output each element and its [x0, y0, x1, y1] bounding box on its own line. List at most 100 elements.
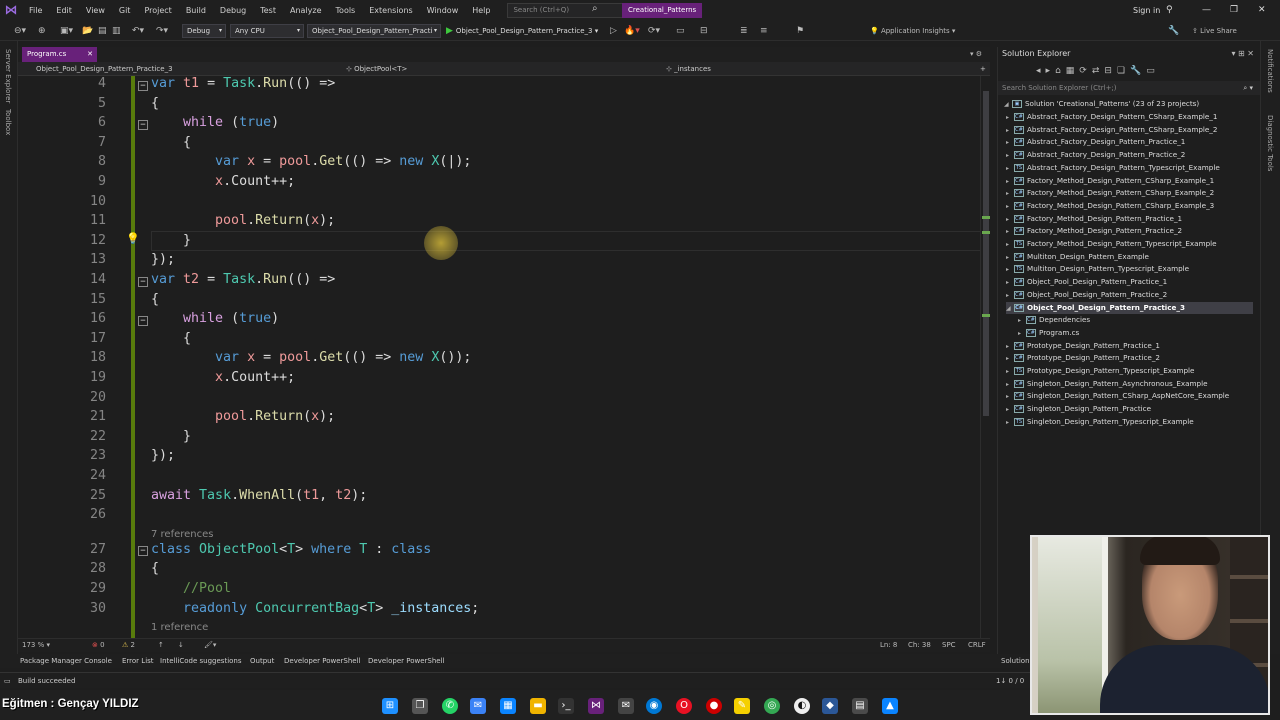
code-text[interactable]: await Task.WhenAll(t1, t2);: [151, 488, 367, 503]
code-line[interactable]: 16 while (true): [18, 311, 980, 331]
tab-program-cs[interactable]: Program.cs ✕: [22, 47, 97, 62]
tab-intellicode-suggestions[interactable]: IntelliCode suggestions: [160, 654, 242, 668]
solution-item[interactable]: ▸ C# Singleton_Design_Pattern_Practice: [1006, 403, 1151, 416]
source-control-status[interactable]: 1↓ 0 / 0: [996, 673, 1024, 689]
close-tab-icon[interactable]: ✕: [87, 47, 93, 62]
solution-explorer-toolbar[interactable]: ◂▸⌂▦⟳⇄⊟❏🔧▭: [998, 63, 1261, 79]
code-line[interactable]: 19 x.Count++;: [18, 370, 980, 390]
feedback-icon[interactable]: ⚲: [1166, 0, 1173, 21]
photos-icon[interactable]: ▲: [882, 698, 898, 714]
solution-item[interactable]: ▸ C# Factory_Method_Design_Pattern_Practic…: [1006, 225, 1182, 238]
code-line[interactable]: 8 var x = pool.Get(() => new X(|);: [18, 154, 980, 174]
collapse-all-icon[interactable]: ⊟: [1104, 66, 1117, 76]
hot-reload-icon[interactable]: 🔥▾: [624, 24, 640, 38]
code-text[interactable]: {: [151, 331, 191, 346]
navigate-down-icon[interactable]: ↓: [178, 639, 184, 652]
properties-icon[interactable]: 🔧: [1130, 66, 1146, 76]
solution-item[interactable]: ▸ C# Abstract_Factory_Design_Pattern_CShar…: [1006, 124, 1217, 137]
code-text[interactable]: var t2 = Task.Run(() =>: [151, 272, 335, 287]
code-line[interactable]: 7 {: [18, 135, 980, 155]
open-file-icon[interactable]: 📂: [82, 24, 93, 38]
solution-item[interactable]: ▸ C# Factory_Method_Design_Pattern_CSharp_…: [1006, 187, 1214, 200]
code-line[interactable]: 18 var x = pool.Get(() => new X());: [18, 350, 980, 370]
forward-icon[interactable]: ▸: [1046, 66, 1056, 76]
start-without-debugging-icon[interactable]: ▷: [610, 24, 617, 38]
search-icon[interactable]: ⌕: [592, 3, 606, 17]
opera-icon[interactable]: O: [676, 698, 692, 714]
tab-overflow-icon[interactable]: ▾ ⚙: [970, 47, 982, 62]
menu-extensions[interactable]: Extensions: [362, 0, 419, 21]
startup-project-dropdown[interactable]: Object_Pool_Design_Pattern_Practi ▾: [307, 24, 441, 38]
code-editor[interactable]: 💡 − − − − − 4 var t1 = Task.Run(() => 5{6 …: [18, 76, 980, 638]
uncomment-icon[interactable]: ≡: [760, 24, 768, 38]
tab-solution[interactable]: Solution: [1001, 654, 1030, 668]
code-line[interactable]: 13});: [18, 252, 980, 272]
code-line[interactable]: 17 {: [18, 331, 980, 351]
code-line[interactable]: 27 class ObjectPool<T> where T : class: [18, 542, 980, 562]
line-number[interactable]: Ln: 8: [880, 639, 897, 652]
code-line[interactable]: 30 readonly ConcurrentBag<T> _instances;: [18, 601, 980, 621]
code-line[interactable]: 25 await Task.WhenAll(t1, t2);: [18, 488, 980, 508]
code-line[interactable]: 15 {: [18, 292, 980, 312]
line-endings[interactable]: CRLF: [968, 639, 986, 652]
code-text[interactable]: {: [151, 561, 159, 576]
code-text[interactable]: x.Count++;: [151, 174, 295, 189]
code-text[interactable]: {: [151, 96, 159, 111]
menu-build[interactable]: Build: [179, 0, 213, 21]
application-insights-button[interactable]: 💡 Application Insights ▾: [870, 24, 955, 38]
save-icon[interactable]: ▤: [98, 24, 107, 38]
undo-icon[interactable]: ↶▾: [132, 24, 144, 38]
code-text[interactable]: while (true): [151, 311, 279, 326]
file-explorer-icon[interactable]: ▬: [530, 698, 546, 714]
show-all-files-icon[interactable]: ❏: [1117, 66, 1130, 76]
solution-item[interactable]: ◢ C# Object_Pool_Design_Pattern_Practice_3: [1006, 301, 1253, 315]
tools-icon[interactable]: 🔧: [1168, 24, 1179, 38]
code-line[interactable]: 24: [18, 468, 980, 488]
configuration-dropdown[interactable]: Debug ▾: [182, 24, 226, 38]
new-project-icon[interactable]: ▣▾: [60, 24, 73, 38]
panel-options-icon[interactable]: ▾ ⊞ ✕: [1231, 49, 1254, 58]
close-icon[interactable]: ✕: [1258, 0, 1266, 21]
code-text[interactable]: pool.Return(x);: [151, 409, 335, 424]
bookmark-icon[interactable]: ⊟: [700, 24, 708, 38]
codelens-references[interactable]: 1 reference: [151, 622, 208, 633]
solution-item[interactable]: ▸ C# Object_Pool_Design_Pattern_Practice_2: [1006, 289, 1167, 302]
code-line[interactable]: 12 }: [18, 233, 980, 253]
tab-developer-powershell[interactable]: Developer PowerShell: [284, 654, 360, 668]
solution-item[interactable]: ▸ TS Prototype_Design_Pattern_Typescript_E…: [1006, 365, 1194, 378]
solution-item[interactable]: ▸ TS Abstract_Factory_Design_Pattern_Types…: [1006, 162, 1220, 175]
code-text[interactable]: class ObjectPool<T> where T : class: [151, 542, 431, 557]
code-line[interactable]: 23});: [18, 448, 980, 468]
solution-item[interactable]: ▸ C# Prototype_Design_Pattern_Practice_2: [1006, 352, 1160, 365]
menu-window[interactable]: Window: [420, 0, 466, 21]
sync-icon[interactable]: ⟳: [1079, 66, 1092, 76]
navigate-up-icon[interactable]: ↑: [158, 639, 164, 652]
code-text[interactable]: var x = pool.Get(() => new X());: [151, 350, 471, 365]
menu-file[interactable]: File: [22, 0, 49, 21]
solution-item[interactable]: ▸ C# Multiton_Design_Pattern_Example: [1006, 251, 1149, 264]
solution-search-input[interactable]: Search Solution Explorer (Ctrl+;) ⌕ ▾: [998, 81, 1261, 95]
solution-item[interactable]: ▸ C# Factory_Method_Design_Pattern_CSharp_…: [1006, 200, 1214, 213]
chevron-right-icon[interactable]: ▸: [1006, 417, 1014, 430]
solution-item[interactable]: ▸ C# Abstract_Factory_Design_Pattern_Pract…: [1006, 149, 1185, 162]
code-text[interactable]: pool.Return(x);: [151, 213, 335, 228]
solution-item[interactable]: ▸ C# Singleton_Design_Pattern_CSharp_AspNe…: [1006, 390, 1229, 403]
mail-icon[interactable]: ✉: [618, 698, 634, 714]
browser-link-icon[interactable]: ▭: [676, 24, 685, 38]
diagnostic-tools-tab[interactable]: Diagnostic Tools: [1266, 115, 1274, 171]
nav-type-dropdown[interactable]: ⊹ ObjectPool<T>: [346, 62, 407, 76]
code-text[interactable]: x.Count++;: [151, 370, 295, 385]
code-line[interactable]: 14 var t2 = Task.Run(() =>: [18, 272, 980, 292]
back-icon[interactable]: ◂: [1036, 66, 1046, 76]
code-line[interactable]: 5{: [18, 96, 980, 116]
whatsapp-icon[interactable]: ✆: [442, 698, 458, 714]
solution-item[interactable]: ▸ TS Factory_Method_Design_Pattern_Typescr…: [1006, 238, 1217, 251]
code-line[interactable]: 29 //Pool: [18, 581, 980, 601]
code-line[interactable]: 22 }: [18, 429, 980, 449]
solution-item[interactable]: ▸ C# Factory_Method_Design_Pattern_Practic…: [1006, 213, 1182, 226]
visual-studio-icon[interactable]: ⋈: [588, 698, 604, 714]
code-text[interactable]: while (true): [151, 115, 279, 130]
solution-item[interactable]: ▸ C# Singleton_Design_Pattern_Asynchronous…: [1006, 378, 1208, 391]
code-line[interactable]: 6 while (true): [18, 115, 980, 135]
split-editor-icon[interactable]: +: [980, 62, 986, 76]
